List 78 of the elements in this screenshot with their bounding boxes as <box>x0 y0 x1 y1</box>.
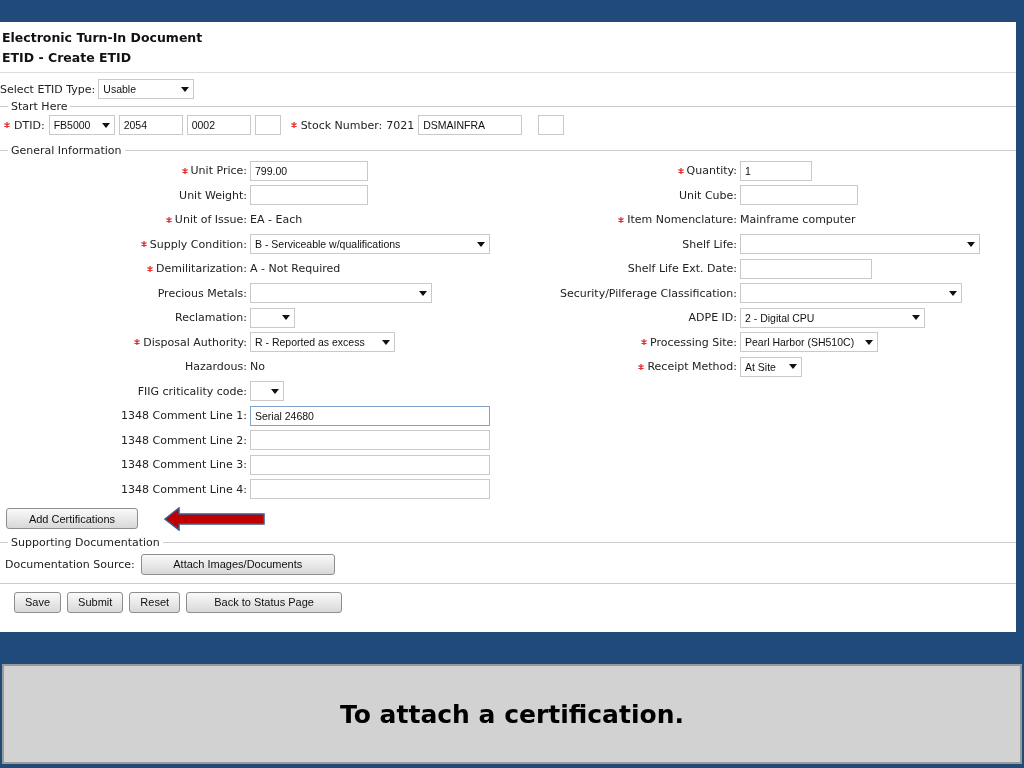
field-label: Shelf Life Ext. Date: <box>627 262 737 276</box>
field-label: Shelf Life: <box>682 237 737 251</box>
action-button[interactable]: Save <box>14 591 62 613</box>
section-legend: Start Here <box>8 100 71 113</box>
field-label: Unit Price: <box>190 164 247 178</box>
stock-prefix: 7021 <box>386 118 415 132</box>
field-label: Quantity: <box>686 164 737 178</box>
section-legend: General Information <box>8 143 125 157</box>
dropdown-caret-icon <box>912 315 920 321</box>
dropdown[interactable]: Pearl Harbor (SH510C) <box>740 332 878 353</box>
field-value: Mainframe computer <box>740 213 856 227</box>
comment-field[interactable] <box>250 479 490 500</box>
dropdown[interactable]: At Site <box>740 356 802 377</box>
action-button[interactable]: Submit <box>67 591 124 613</box>
field-label: Processing Site: <box>649 335 737 349</box>
field-label: Security/Pilferage Classification: <box>559 286 737 300</box>
dropdown-caret-icon <box>382 339 390 345</box>
dtid-field[interactable] <box>254 115 281 136</box>
dropdown[interactable] <box>250 381 284 402</box>
text-field[interactable]: 799.00 <box>250 160 368 181</box>
dropdown-caret-icon <box>967 241 975 247</box>
dropdown-caret-icon <box>282 315 290 321</box>
dropdown-caret-icon <box>789 364 797 370</box>
field-label: Item Nomenclature: <box>627 213 737 227</box>
dropdown[interactable]: 2 - Digital CPU <box>740 307 925 328</box>
field-label: Documentation Source: <box>5 557 135 571</box>
field-label: Hazardous: <box>185 360 247 374</box>
field-label: 1348 Comment Line 1: <box>121 409 247 423</box>
dropdown-caret-icon <box>865 339 873 345</box>
stock-number-field[interactable]: DSMAINFRA <box>418 115 523 136</box>
dropdown-caret-icon <box>477 241 485 247</box>
dtid-field[interactable]: 2054 <box>118 115 183 136</box>
text-field[interactable] <box>740 185 858 206</box>
field-label: Unit Weight: <box>179 188 247 202</box>
field-label: 1348 Comment Line 2: <box>121 433 247 447</box>
field-label: Select ETID Type: <box>0 82 96 96</box>
comment-field[interactable] <box>250 430 490 451</box>
text-field[interactable] <box>740 258 872 279</box>
comment-field[interactable] <box>250 454 490 475</box>
dtid-field[interactable]: 0002 <box>186 115 251 136</box>
field-label: ADPE ID: <box>688 311 737 325</box>
slide-caption: To attach a certification. <box>340 699 684 729</box>
field-value: EA - Each <box>250 213 303 227</box>
field-label: Reclamation: <box>175 311 247 325</box>
field-label: Demilitarization: <box>155 262 247 276</box>
dropdown[interactable]: R - Reported as excess <box>250 332 395 353</box>
field-label: Precious Metals: <box>157 286 247 300</box>
field-label: FIIG criticality code: <box>137 384 247 398</box>
field-label: DTID: <box>14 118 45 132</box>
stock-suffix-field[interactable] <box>538 115 565 136</box>
text-field[interactable] <box>250 185 368 206</box>
section-legend: Supporting Documentation <box>8 535 163 549</box>
dropdown-caret-icon <box>181 86 190 92</box>
field-value: No <box>250 360 265 374</box>
field-label: Supply Condition: <box>149 237 247 251</box>
field-label: Unit of Issue: <box>174 213 247 227</box>
dropdown[interactable]: B - Serviceable w/qualifications <box>250 234 490 255</box>
dtid-dropdown[interactable]: FB5000 <box>48 115 115 136</box>
field-label: Disposal Authority: <box>143 335 247 349</box>
add-certifications-button[interactable]: Add Certifications <box>6 508 138 530</box>
page-title: Electronic Turn-In Document <box>2 29 203 47</box>
field-label: 1348 Comment Line 3: <box>121 458 247 472</box>
field-label: Receipt Method: <box>647 360 737 374</box>
attach-documents-button[interactable]: Attach Images/Documents <box>140 553 335 575</box>
dropdown-caret-icon <box>101 122 110 128</box>
dropdown-caret-icon <box>949 290 957 296</box>
page-subtitle: ETID - Create ETID <box>2 49 132 67</box>
field-value: A - Not Required <box>250 262 341 276</box>
action-button[interactable]: Back to Status Page <box>186 591 343 613</box>
field-label: Unit Cube: <box>679 188 737 202</box>
dropdown-caret-icon <box>271 388 279 394</box>
text-field[interactable]: 1 <box>740 160 812 181</box>
field-label: Stock Number: <box>300 118 383 132</box>
action-button[interactable]: Reset <box>129 591 181 613</box>
dropdown-caret-icon <box>419 290 427 296</box>
comment-field[interactable]: Serial 24680 <box>250 405 490 426</box>
field-label: 1348 Comment Line 4: <box>121 482 247 496</box>
etid-type-dropdown[interactable]: Usable <box>98 79 195 99</box>
